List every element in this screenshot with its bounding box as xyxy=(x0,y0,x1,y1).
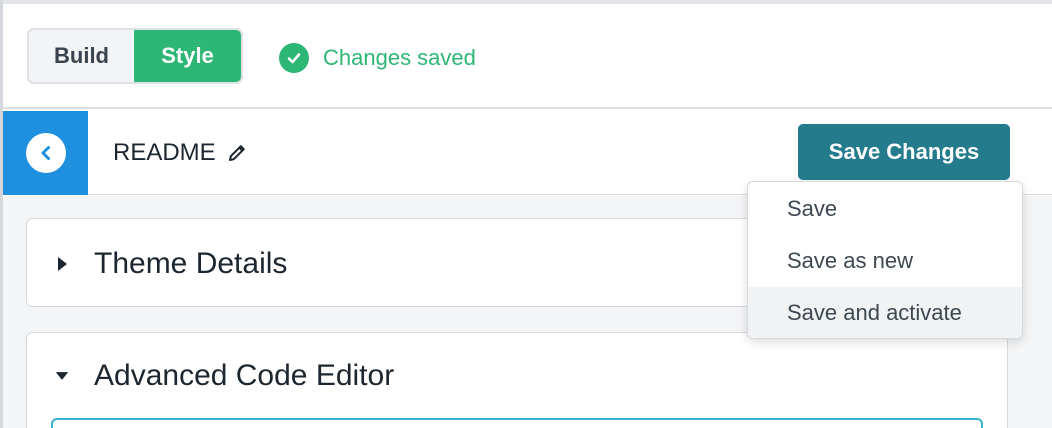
advanced-code-editor-header[interactable]: Advanced Code Editor xyxy=(55,359,394,393)
file-title: README xyxy=(113,139,250,167)
menu-item-save-and-activate[interactable]: Save and activate xyxy=(748,287,1022,338)
check-circle-icon xyxy=(279,43,309,73)
advanced-code-editor-title: Advanced Code Editor xyxy=(94,359,395,392)
build-tab[interactable]: Build xyxy=(29,30,135,82)
pencil-icon[interactable] xyxy=(224,140,250,166)
editor-header: Build Style Changes saved xyxy=(3,4,1052,109)
code-editor[interactable] xyxy=(51,418,983,428)
file-title-text: README xyxy=(113,139,216,166)
chevron-left-icon xyxy=(25,133,66,173)
caret-right-icon xyxy=(55,256,69,272)
caret-down-icon xyxy=(55,368,69,384)
menu-item-save-as-new[interactable]: Save as new xyxy=(748,235,1022,287)
advanced-code-editor-panel: Advanced Code Editor xyxy=(26,332,1008,428)
save-options-menu: Save Save as new Save and activate xyxy=(747,181,1023,339)
theme-details-title: Theme Details xyxy=(94,247,288,280)
theme-details-header[interactable]: Theme Details xyxy=(55,247,287,281)
back-button[interactable] xyxy=(3,111,88,195)
save-status-text: Changes saved xyxy=(323,45,476,70)
menu-item-save[interactable]: Save xyxy=(748,183,1022,235)
style-tab[interactable]: Style xyxy=(134,30,241,82)
build-style-toggle: Build Style xyxy=(27,28,243,84)
save-changes-button[interactable]: Save Changes xyxy=(798,124,1010,180)
save-status: Changes saved xyxy=(279,42,476,74)
